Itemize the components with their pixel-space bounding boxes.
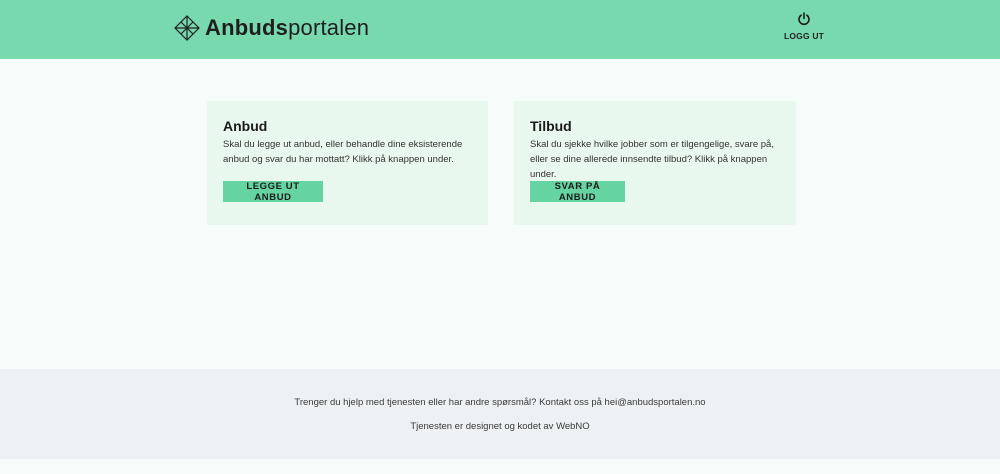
site-logo[interactable]: Anbudsportalen [174, 14, 369, 42]
svar-pa-anbud-button[interactable]: SVAR PÅ ANBUD [530, 181, 625, 203]
tilbud-card-title: Tilbud [530, 118, 572, 134]
logo-text-bold: Anbuds [205, 15, 289, 40]
tilbud-card: Tilbud Skal du sjekke hvilke jobber som … [514, 101, 796, 225]
logout-label: LOGG UT [783, 31, 825, 41]
top-header: Anbudsportalen LOGG UT [0, 0, 1000, 59]
anbud-card-title: Anbud [223, 118, 268, 134]
anbud-card: Anbud Skal du legge ut anbud, eller beha… [207, 101, 488, 225]
diamond-compass-icon [174, 15, 200, 41]
power-icon [798, 12, 810, 26]
legge-ut-anbud-button[interactable]: LEGGE UT ANBUD [223, 181, 323, 203]
footer-credit-text: Tjenesten er designet og kodet av WebNO [410, 421, 590, 432]
logo-text: Anbudsportalen [205, 15, 369, 41]
tilbud-card-text: Skal du sjekke hvilke jobber som er tilg… [530, 139, 774, 180]
footer-help-text: Trenger du hjelp med tjenesten eller har… [294, 397, 706, 408]
logo-text-regular: portalen [288, 15, 370, 40]
logout-button[interactable]: LOGG UT [783, 12, 825, 41]
page-footer: Trenger du hjelp med tjenesten eller har… [0, 369, 1000, 459]
anbud-card-text: Skal du legge ut anbud, eller behandle d… [223, 139, 463, 165]
